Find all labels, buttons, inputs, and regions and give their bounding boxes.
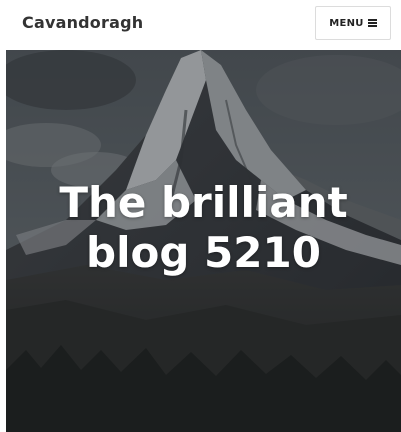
hero-title-line-1: The brilliant bbox=[59, 178, 348, 227]
hero-banner: The brilliant blog 5210 bbox=[6, 50, 401, 432]
page: Cavandoragh MENU The brilliant blog 5210 bbox=[0, 0, 401, 432]
site-title[interactable]: Cavandoragh bbox=[22, 13, 143, 32]
menu-label: MENU bbox=[329, 17, 364, 29]
hamburger-icon bbox=[367, 19, 377, 27]
hero-title: The brilliant blog 5210 bbox=[6, 178, 401, 278]
hero-title-line-2: blog 5210 bbox=[86, 228, 321, 277]
site-header: Cavandoragh MENU bbox=[0, 0, 401, 50]
menu-button[interactable]: MENU bbox=[315, 6, 391, 40]
